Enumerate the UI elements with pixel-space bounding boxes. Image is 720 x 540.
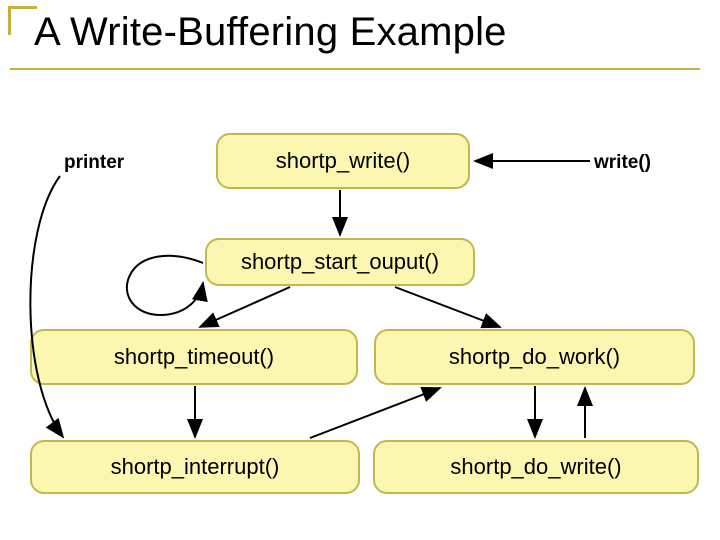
- node-shortp-do-write-label: shortp_do_write(): [450, 454, 621, 480]
- label-write-call: write(): [594, 152, 651, 174]
- node-shortp-interrupt-label: shortp_interrupt(): [111, 454, 280, 480]
- node-shortp-write: shortp_write(): [216, 133, 470, 189]
- slide-corner-accent: [8, 6, 37, 35]
- node-shortp-interrupt: shortp_interrupt(): [30, 440, 360, 494]
- title-divider: [10, 68, 700, 70]
- node-shortp-start-ouput: shortp_start_ouput(): [205, 238, 475, 286]
- page-title: A Write-Buffering Example: [34, 10, 507, 55]
- node-shortp-timeout-label: shortp_timeout(): [114, 344, 274, 370]
- node-shortp-do-work-label: shortp_do_work(): [449, 344, 620, 370]
- node-shortp-start-ouput-label: shortp_start_ouput(): [241, 249, 439, 275]
- label-printer: printer: [64, 152, 124, 174]
- node-shortp-timeout: shortp_timeout(): [30, 329, 358, 385]
- node-shortp-do-write: shortp_do_write(): [373, 440, 699, 494]
- node-shortp-do-work: shortp_do_work(): [374, 329, 695, 385]
- node-shortp-write-label: shortp_write(): [276, 148, 410, 174]
